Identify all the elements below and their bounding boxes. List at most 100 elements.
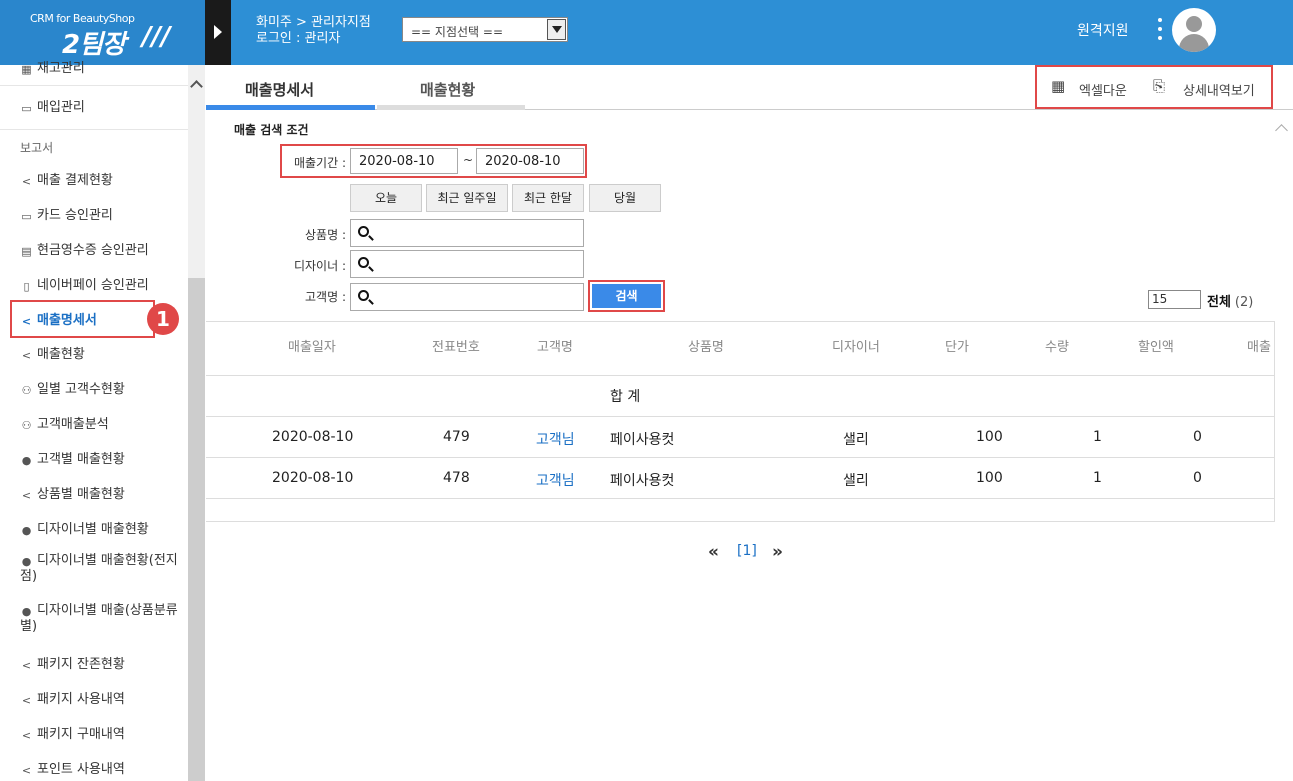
date-from-input[interactable]: 2020-08-10: [350, 148, 458, 174]
share-icon: <: [21, 349, 32, 362]
dropdown-arrow-icon: [547, 19, 566, 40]
sidebar-item-designer-all-branches[interactable]: ● 디자이너별 매출현황(전지 점): [20, 553, 178, 585]
col-discount[interactable]: 할인액: [1138, 336, 1174, 355]
tab-inactive-indicator: [377, 105, 525, 110]
sidebar-item-purchase[interactable]: ▭ 매입관리: [20, 96, 85, 115]
top-actions: ▦ 엑셀다운 ⎘ 상세내역보기: [1035, 65, 1273, 109]
person-icon: ●: [21, 605, 32, 618]
card-icon: ▭: [21, 210, 32, 223]
sidebar-item-point-usage[interactable]: < 포인트 사용내역: [20, 758, 125, 777]
cash-icon: ▤: [21, 245, 32, 258]
kebab-menu-icon[interactable]: [1156, 18, 1164, 44]
sidebar-item-cash-receipt[interactable]: ▤ 현금영수증 승인관리: [20, 239, 148, 258]
today-button[interactable]: 오늘: [350, 184, 422, 212]
breadcrumb: 화미주 > 관리자지점: [256, 15, 371, 30]
search-icon: [358, 290, 369, 301]
col-designer[interactable]: 디자이너: [832, 336, 880, 355]
sidebar: ▦ 재고관리 ▭ 매입관리 보고서 < 매출 결제현황 ▭ 카드 승인관리 ▤ 현금영수증…: [0, 61, 205, 781]
last-week-button[interactable]: 최근 일주일: [426, 184, 508, 212]
magnifier-document-icon: ⎘: [1153, 77, 1166, 95]
share-icon: <: [21, 729, 32, 742]
scroll-up-icon[interactable]: [190, 80, 203, 93]
excel-download-button[interactable]: 엑셀다운: [1079, 80, 1127, 99]
this-month-button[interactable]: 당월: [589, 184, 661, 212]
last-month-button[interactable]: 최근 한달: [512, 184, 584, 212]
sidebar-item-customer-analysis[interactable]: ⚇ 고객매출분석: [20, 413, 109, 432]
sidebar-item-sales-by-product[interactable]: < 상품별 매출현황: [20, 483, 125, 502]
search-button[interactable]: 검색: [592, 284, 661, 308]
search-icon: [358, 257, 369, 268]
col-sales-date[interactable]: 매출일자: [288, 336, 336, 355]
designer-label: 디자이너 :: [293, 259, 346, 273]
branch-select-value: == 지점선택 ==: [411, 25, 504, 39]
sidebar-item-inventory[interactable]: ▦ 재고관리: [20, 57, 85, 76]
share-icon: <: [21, 764, 32, 777]
per-page-input[interactable]: 15: [1148, 290, 1201, 309]
logo-title: 2팀장: [62, 30, 126, 60]
search-icon: [358, 226, 369, 237]
search-title: 매출 검색 조건: [234, 123, 309, 137]
customer-label: 고객명 :: [305, 290, 346, 304]
login-info: 로그인 : 관리자: [256, 31, 341, 46]
sidebar-item-designer-by-category[interactable]: ● 디자이너별 매출(상품분류 별): [20, 603, 178, 635]
share-icon: <: [21, 175, 32, 188]
sidebar-scrollbar[interactable]: [188, 65, 205, 781]
sidebar-item-sales-payment[interactable]: < 매출 결제현황: [20, 169, 113, 188]
col-product[interactable]: 상품명: [688, 336, 724, 355]
sidebar-item-package-purchase[interactable]: < 패키지 구매내역: [20, 723, 125, 742]
branch-select[interactable]: == 지점선택 ==: [402, 17, 568, 42]
col-customer[interactable]: 고객명: [537, 336, 573, 355]
logo[interactable]: CRM for BeautyShop 2팀장 ///: [0, 0, 205, 65]
col-qty[interactable]: 수량: [1045, 336, 1069, 355]
tab-active-indicator: [206, 105, 375, 110]
sidebar-scroll-thumb[interactable]: [188, 278, 205, 781]
col-slip-no[interactable]: 전표번호: [432, 336, 480, 355]
sidebar-item-naverpay[interactable]: ▯ 네이버페이 승인관리: [20, 274, 148, 293]
sum-row-label: 합 계: [610, 389, 641, 405]
designer-search-input[interactable]: [350, 250, 584, 278]
col-price[interactable]: 단가: [945, 336, 969, 355]
sidebar-toggle-button[interactable]: [205, 0, 231, 65]
sidebar-item-sales-by-customer[interactable]: ● 고객별 매출현황: [20, 448, 125, 467]
scroll-up-icon[interactable]: [1275, 124, 1288, 137]
user-avatar[interactable]: [1172, 8, 1216, 52]
sidebar-item-sales-by-designer[interactable]: ● 디자이너별 매출현황: [20, 518, 149, 537]
header-info: 화미주 > 관리자지점 로그인 : 관리자: [256, 15, 371, 47]
step-badge: 1: [147, 303, 179, 335]
sidebar-item-package-usage[interactable]: < 패키지 사용내역: [20, 688, 125, 707]
person-icon: ●: [21, 524, 32, 537]
person-icon: ●: [21, 555, 32, 568]
window-icon: ▭: [21, 102, 32, 115]
people-icon: ⚇: [21, 419, 32, 432]
table-icon: ▦: [1051, 77, 1066, 95]
pager-prev-button[interactable]: «: [708, 542, 719, 562]
sidebar-item-sales-status[interactable]: < 매출현황: [20, 343, 85, 362]
product-search-input[interactable]: [350, 219, 584, 247]
main-content: 매출명세서 매출현황 ▦ 엑셀다운 ⎘ 상세내역보기 매출 검색 조건 매출기간…: [206, 65, 1293, 781]
customer-link[interactable]: 고객님: [536, 429, 575, 449]
highlight-sidebar-item: [10, 300, 155, 338]
total-count: 전체 (2): [1207, 295, 1254, 310]
date-to-input[interactable]: 2020-08-10: [476, 148, 584, 174]
customer-link[interactable]: 고객님: [536, 470, 575, 490]
customer-search-input[interactable]: [350, 283, 584, 311]
share-icon: <: [21, 489, 32, 502]
sidebar-item-daily-customers[interactable]: ⚇ 일별 고객수현황: [20, 378, 125, 397]
remote-support-link[interactable]: 원격지원: [1077, 20, 1129, 40]
share-icon: <: [21, 694, 32, 707]
tab-sales-status[interactable]: 매출현황: [420, 79, 475, 100]
grid-icon: ▦: [21, 63, 32, 76]
pager-next-button[interactable]: »: [772, 542, 783, 562]
product-label: 상품명 :: [305, 228, 346, 242]
sidebar-item-package-balance[interactable]: < 패키지 잔존현황: [20, 653, 125, 672]
people-icon: ⚇: [21, 384, 32, 397]
col-sales[interactable]: 매출: [1247, 336, 1271, 355]
tab-sales-statement[interactable]: 매출명세서: [245, 79, 314, 100]
period-label: 매출기간 :: [293, 156, 346, 170]
detail-view-button[interactable]: 상세내역보기: [1183, 80, 1255, 99]
pager-page-1[interactable]: [1]: [737, 543, 757, 559]
top-header: CRM for BeautyShop 2팀장 /// 화미주 > 관리자지점 로…: [0, 0, 1293, 65]
sidebar-item-card-approval[interactable]: ▭ 카드 승인관리: [20, 204, 113, 223]
tab-bar: 매출명세서 매출현황 ▦ 엑셀다운 ⎘ 상세내역보기: [206, 65, 1293, 110]
chevron-right-icon: [214, 25, 222, 39]
